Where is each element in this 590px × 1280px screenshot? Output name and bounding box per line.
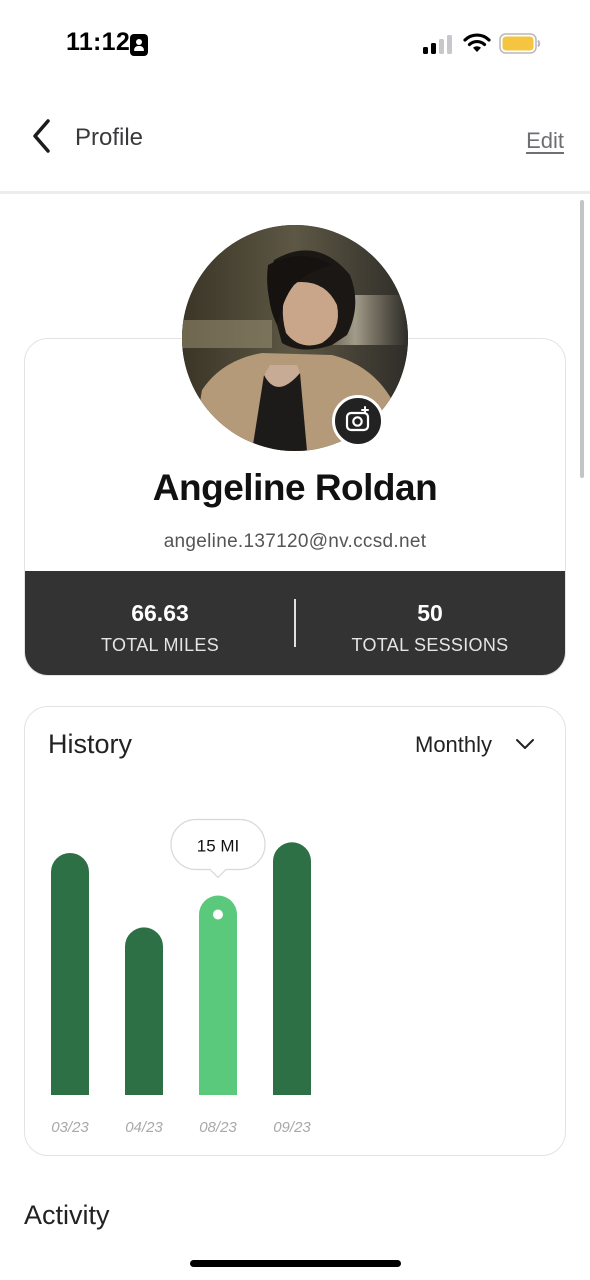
history-chart: 03/23 04/23 08/23 15 MI 09/23 xyxy=(51,818,311,1136)
home-indicator[interactable] xyxy=(190,1260,401,1267)
chevron-left-icon[interactable] xyxy=(28,116,56,156)
nav-header: Profile Edit xyxy=(0,90,590,194)
battery-icon xyxy=(499,33,541,54)
activity-title: Activity xyxy=(24,1200,110,1230)
stat-total-miles: 66.63 TOTAL MILES xyxy=(25,571,295,675)
history-card: History Monthly 03/23 04/23 08/23 15 MI 09/2… xyxy=(24,706,566,1156)
camera-add-icon xyxy=(345,406,370,432)
scrollbar[interactable] xyxy=(580,200,584,478)
stat-value: 66.63 xyxy=(131,600,189,626)
profile-email: angeline.137120@nv.ccsd.net xyxy=(163,531,427,552)
stats-bar: 66.63 TOTAL MILES 50 TOTAL SESSIONS xyxy=(25,571,565,675)
wifi-icon xyxy=(463,33,491,52)
chart-bar[interactable] xyxy=(51,852,89,1095)
change-photo-button[interactable] xyxy=(332,395,384,447)
chart-bar[interactable] xyxy=(273,842,311,1095)
stat-value: 50 xyxy=(417,600,443,626)
profile-name: Angeline Roldan xyxy=(152,467,438,508)
chart-bar[interactable] xyxy=(199,895,237,1096)
chart-tooltip-label: 15 MI xyxy=(197,837,240,856)
edit-button[interactable]: Edit xyxy=(526,128,564,154)
cellular-signal-icon xyxy=(423,34,453,54)
chart-bar[interactable] xyxy=(125,927,163,1095)
stat-label: TOTAL SESSIONS xyxy=(351,635,509,655)
chart-x-tick-label: 09/23 xyxy=(273,1119,311,1136)
chart-x-tick-label: 08/23 xyxy=(199,1119,237,1136)
chart-x-tick-label: 03/23 xyxy=(51,1119,89,1136)
status-time: 11:12 xyxy=(66,28,131,56)
page-title: Profile xyxy=(75,124,144,151)
stat-label: TOTAL MILES xyxy=(101,635,219,655)
chart-selected-dot xyxy=(213,909,223,920)
chart-x-tick-label: 04/23 xyxy=(125,1119,163,1136)
stat-total-sessions: 50 TOTAL SESSIONS xyxy=(295,571,565,675)
contact-card-icon xyxy=(130,34,148,56)
status-bar: 11:12 xyxy=(0,0,590,90)
